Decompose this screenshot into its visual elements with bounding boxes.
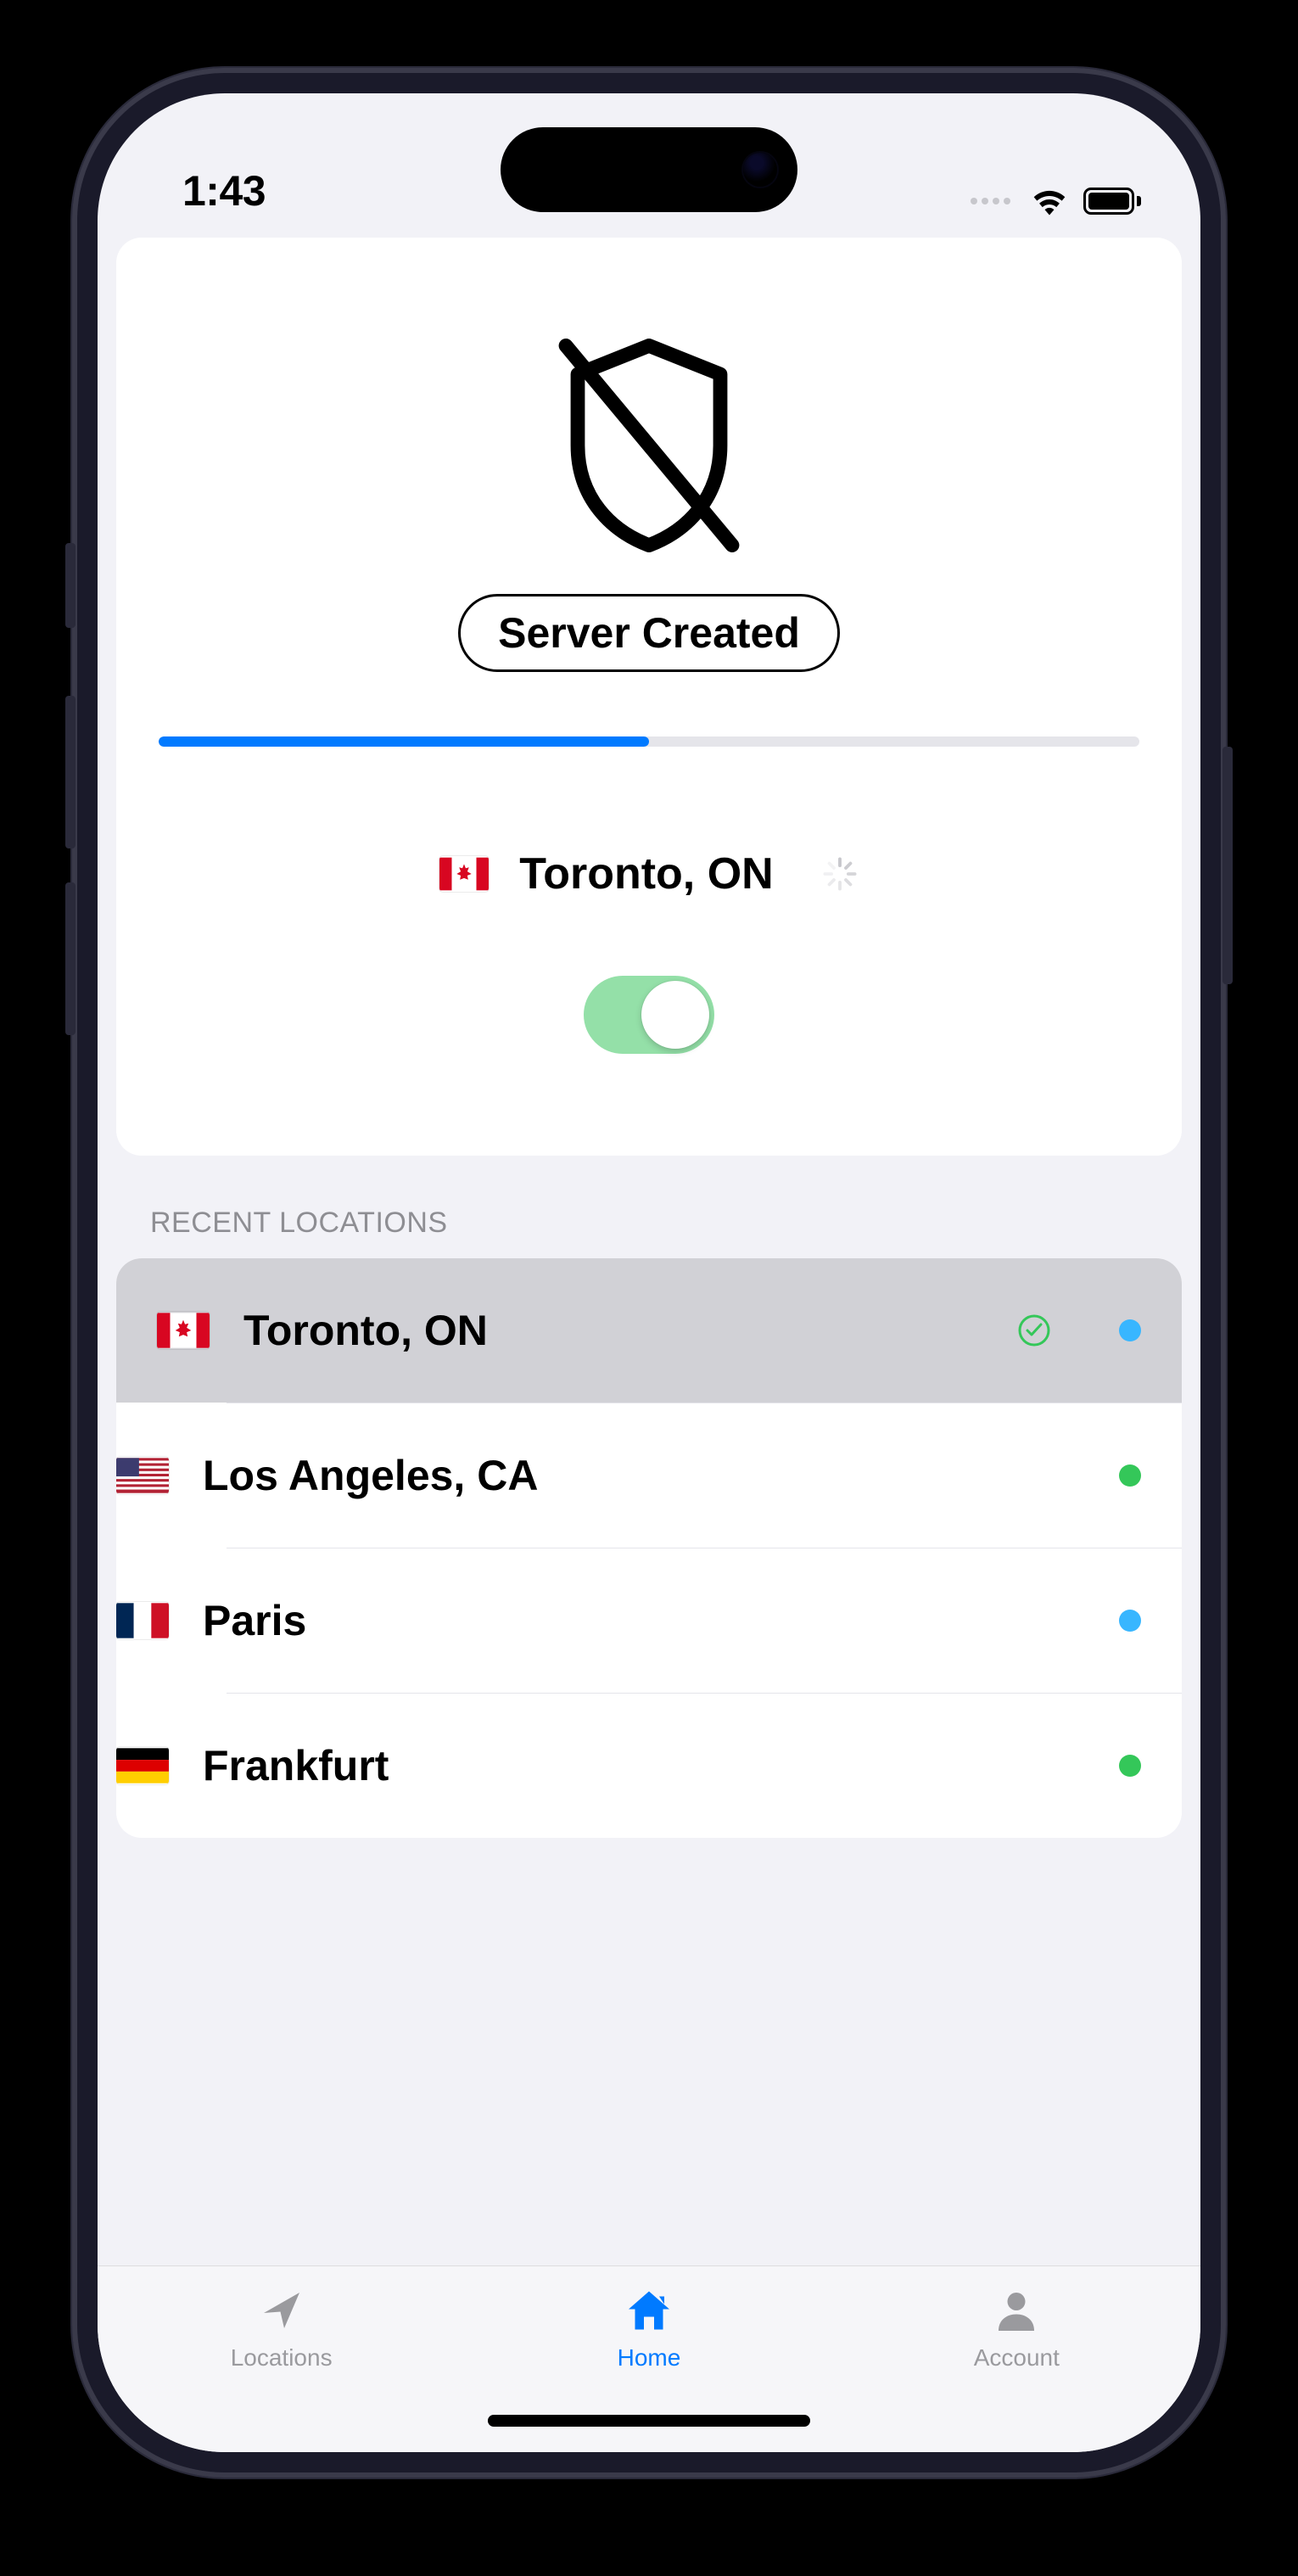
checkmark-circle-icon bbox=[1017, 1313, 1051, 1347]
status-dot bbox=[1119, 1464, 1141, 1487]
flag-france-icon bbox=[116, 1602, 169, 1639]
status-dot bbox=[1119, 1610, 1141, 1632]
flag-usa-icon bbox=[116, 1457, 169, 1494]
list-item-label: Paris bbox=[203, 1596, 1051, 1645]
tab-label: Account bbox=[974, 2344, 1060, 2372]
flag-canada-icon bbox=[439, 856, 489, 892]
recent-locations-header: RECENT LOCATIONS bbox=[116, 1156, 1182, 1258]
list-item-label: Los Angeles, CA bbox=[203, 1451, 1051, 1500]
tab-label: Home bbox=[618, 2344, 681, 2372]
list-item-label: Frankfurt bbox=[203, 1741, 1051, 1790]
tab-locations[interactable]: Locations bbox=[163, 2285, 400, 2372]
recent-locations-list: Toronto, ON Los Angeles, CA bbox=[116, 1258, 1182, 1838]
connection-progress-fill bbox=[159, 736, 649, 747]
tab-home[interactable]: Home bbox=[530, 2285, 768, 2372]
list-item[interactable]: Frankfurt bbox=[227, 1693, 1182, 1838]
person-icon bbox=[988, 2285, 1044, 2336]
connection-card: Server Created Toronto, ON bbox=[116, 238, 1182, 1156]
connection-toggle[interactable] bbox=[584, 976, 714, 1054]
home-icon bbox=[621, 2285, 677, 2336]
list-item-label: Toronto, ON bbox=[243, 1306, 983, 1355]
flag-germany-icon bbox=[116, 1747, 169, 1784]
location-arrow-icon bbox=[254, 2285, 310, 2336]
list-item[interactable]: Los Angeles, CA bbox=[227, 1403, 1182, 1548]
tab-label: Locations bbox=[231, 2344, 333, 2372]
connection-progress bbox=[159, 736, 1139, 747]
list-item[interactable]: Toronto, ON bbox=[116, 1258, 1182, 1403]
flag-canada-icon bbox=[157, 1312, 210, 1349]
status-time: 1:43 bbox=[182, 166, 266, 216]
battery-icon bbox=[1083, 188, 1141, 215]
status-dot bbox=[1119, 1755, 1141, 1777]
loading-spinner-icon bbox=[821, 855, 859, 893]
dynamic-island bbox=[501, 127, 797, 212]
tab-account[interactable]: Account bbox=[898, 2285, 1135, 2372]
list-item[interactable]: Paris bbox=[227, 1548, 1182, 1693]
wifi-icon bbox=[1031, 187, 1068, 216]
current-location-label: Toronto, ON bbox=[519, 848, 773, 899]
status-dot bbox=[1119, 1319, 1141, 1341]
home-indicator[interactable] bbox=[488, 2415, 810, 2427]
shield-off-icon bbox=[530, 322, 768, 568]
cellular-dots-icon bbox=[971, 198, 1010, 204]
connection-status-pill: Server Created bbox=[458, 594, 840, 672]
